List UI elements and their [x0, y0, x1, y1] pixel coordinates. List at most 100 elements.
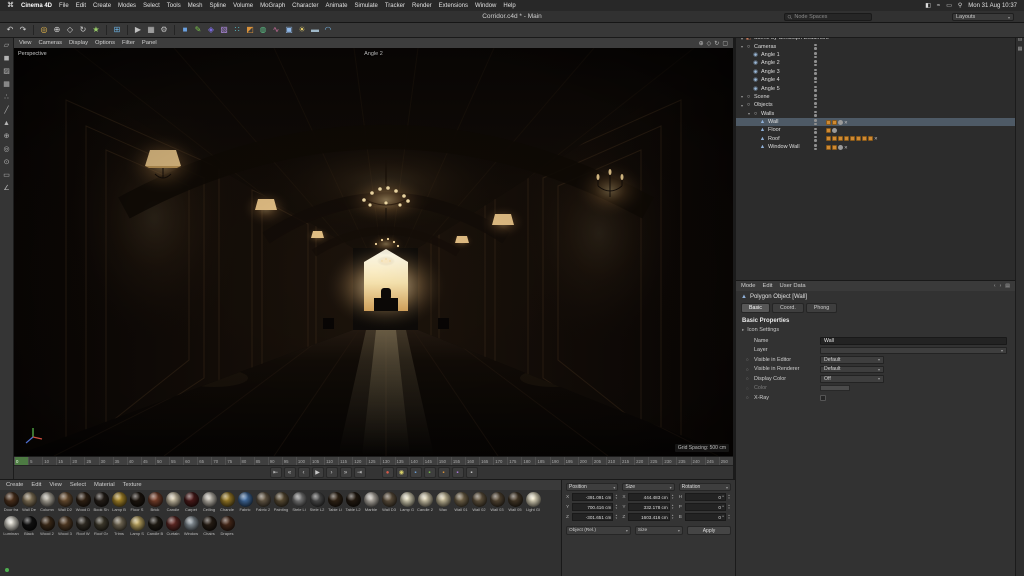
workplane-mode-icon[interactable]: ▦: [2, 80, 12, 90]
make-editable-icon[interactable]: ▱: [2, 41, 12, 51]
material-item-drapes[interactable]: Drapes: [218, 516, 236, 536]
editor-visibility-dot[interactable]: [814, 144, 817, 147]
attr-color-swatch[interactable]: [820, 385, 850, 392]
editor-visibility-dot[interactable]: [814, 43, 817, 47]
material-item-stele-li[interactable]: Stele Li: [290, 492, 308, 512]
viewport-menu-display[interactable]: Display: [69, 40, 88, 46]
menubar-item-file[interactable]: File: [59, 3, 69, 9]
material-item-light-gl[interactable]: Light Gl: [524, 492, 542, 512]
render-visibility-dot[interactable]: [814, 89, 817, 92]
visibility-dots[interactable]: [814, 68, 817, 75]
texture-tag-icon[interactable]: [862, 136, 867, 142]
next-frame-button[interactable]: ›: [325, 467, 338, 478]
keyframe-dot-icon[interactable]: ○: [746, 357, 754, 362]
tree-item-angle-5[interactable]: ◉ Angle 5: [736, 84, 1015, 92]
tree-item-cameras[interactable]: ▾ ○ Cameras: [736, 42, 1015, 50]
previous-frame-button[interactable]: ‹: [297, 467, 310, 478]
tree-item-roof[interactable]: ▲ Roof ✕: [736, 135, 1015, 143]
visibility-dots[interactable]: [814, 102, 817, 109]
material-menu-select[interactable]: Select: [70, 482, 86, 488]
material-item-column[interactable]: Column: [38, 492, 56, 512]
visibility-dots[interactable]: [814, 43, 817, 50]
quantize-icon[interactable]: ∠: [2, 184, 12, 194]
menubar-item-modes[interactable]: Modes: [118, 3, 136, 9]
visibility-dots[interactable]: [814, 94, 817, 101]
stepper-down-icon[interactable]: ▾: [671, 496, 675, 501]
render-visibility-dot[interactable]: [814, 139, 817, 142]
render-visibility-dot[interactable]: [814, 47, 817, 50]
visibility-dots[interactable]: [814, 110, 817, 117]
keyframe-dot-icon[interactable]: ○: [746, 386, 754, 391]
texture-tag-icon[interactable]: [826, 119, 831, 125]
toggle-view-icon[interactable]: ▢: [722, 40, 728, 47]
volume-builder-icon[interactable]: ◩: [244, 24, 256, 36]
viewport-menu-filter[interactable]: Filter: [122, 40, 135, 46]
material-item-wood-d[interactable]: Wood D: [74, 492, 92, 512]
record-point-level-button[interactable]: ▪: [465, 467, 478, 478]
menubar-item-edit[interactable]: Edit: [76, 3, 86, 9]
menubar-item-select[interactable]: Select: [143, 3, 160, 9]
attr-dropdown-layer[interactable]: ▾: [820, 346, 1007, 354]
render-picture-viewer-icon[interactable]: ▦: [145, 24, 157, 36]
texture-mode-icon[interactable]: ▨: [2, 67, 12, 77]
material-item-table-l2[interactable]: Table L2: [344, 492, 362, 512]
node-spaces-search-field[interactable]: ⚲ Node Spaces: [784, 13, 872, 21]
record-keyframe-button[interactable]: ●: [381, 467, 394, 478]
material-item-candle-b[interactable]: Candle B: [146, 516, 164, 536]
render-visibility-dot[interactable]: [814, 55, 817, 59]
visibility-dots[interactable]: [814, 127, 817, 134]
render-visibility-dot[interactable]: [814, 114, 817, 117]
render-visibility-dot[interactable]: [814, 97, 817, 101]
texture-tag-icon[interactable]: [826, 127, 831, 133]
coords-input-rotation-b[interactable]: 0 °: [684, 513, 726, 521]
light-icon[interactable]: ☀: [296, 24, 308, 36]
stepper-down-icon[interactable]: ▾: [614, 516, 618, 521]
tree-item-angle-1[interactable]: ◉ Angle 1: [736, 51, 1015, 59]
render-visibility-dot[interactable]: [814, 80, 817, 84]
stepper-down-icon[interactable]: ▾: [671, 506, 675, 511]
menubar-item-character[interactable]: Character: [292, 3, 318, 9]
material-item-wall-05[interactable]: Wall 05: [506, 492, 524, 512]
material-item-window[interactable]: Window: [182, 516, 200, 536]
menubar-item-render[interactable]: Render: [412, 3, 432, 9]
coords-size-dropdown[interactable]: Size ▾: [622, 483, 675, 491]
undo-icon[interactable]: ↶: [4, 24, 16, 36]
editor-visibility-dot[interactable]: [814, 94, 817, 97]
menubar-item-window[interactable]: Window: [475, 3, 496, 9]
extrude-icon[interactable]: ▧: [218, 24, 230, 36]
material-item-painting[interactable]: Painting: [272, 492, 290, 512]
material-item-lamp-b[interactable]: Lamp B: [110, 492, 128, 512]
record-position-button[interactable]: ▪: [409, 467, 422, 478]
material-item-chairs[interactable]: Chairs: [200, 516, 218, 536]
menubar-item-mesh[interactable]: Mesh: [188, 3, 203, 9]
menubar-item-tracker[interactable]: Tracker: [385, 3, 405, 9]
material-item-ceiling[interactable]: Ceiling: [200, 492, 218, 512]
editor-visibility-dot[interactable]: [814, 68, 817, 72]
sky-icon[interactable]: ◠: [322, 24, 334, 36]
material-item-brick[interactable]: Brick: [146, 492, 164, 512]
tree-item-angle-2[interactable]: ◉ Angle 2: [736, 59, 1015, 67]
viewport-solo-icon[interactable]: ◎: [2, 145, 12, 155]
material-item-door-fra[interactable]: Door fra: [2, 492, 20, 512]
visibility-dots[interactable]: [814, 85, 817, 92]
texture-tag-icon[interactable]: [868, 136, 873, 142]
play-button[interactable]: ▶: [311, 467, 324, 478]
apply-button[interactable]: Apply: [686, 526, 731, 535]
stepper-down-icon[interactable]: ▾: [614, 496, 618, 501]
am-forward-icon[interactable]: ›: [1000, 283, 1002, 289]
tree-item-angle-4[interactable]: ◉ Angle 4: [736, 76, 1015, 84]
stepper-down-icon[interactable]: ▾: [727, 496, 731, 501]
editor-visibility-dot[interactable]: [814, 77, 817, 80]
render-visibility-dot[interactable]: [814, 63, 817, 67]
editor-visibility-dot[interactable]: [814, 135, 817, 139]
model-mode-icon[interactable]: ◼: [2, 54, 12, 64]
render-settings-icon[interactable]: ⚙: [158, 24, 170, 36]
edges-mode-icon[interactable]: ╱: [2, 106, 12, 116]
visibility-dots[interactable]: [814, 144, 817, 151]
texture-tag-icon[interactable]: [826, 144, 831, 150]
rotate-icon[interactable]: ↻: [77, 24, 89, 36]
editor-visibility-dot[interactable]: [814, 60, 817, 63]
battery-icon[interactable]: ▭: [946, 2, 952, 9]
scale-icon[interactable]: ◇: [64, 24, 76, 36]
tab-phong[interactable]: Phong: [805, 303, 838, 313]
